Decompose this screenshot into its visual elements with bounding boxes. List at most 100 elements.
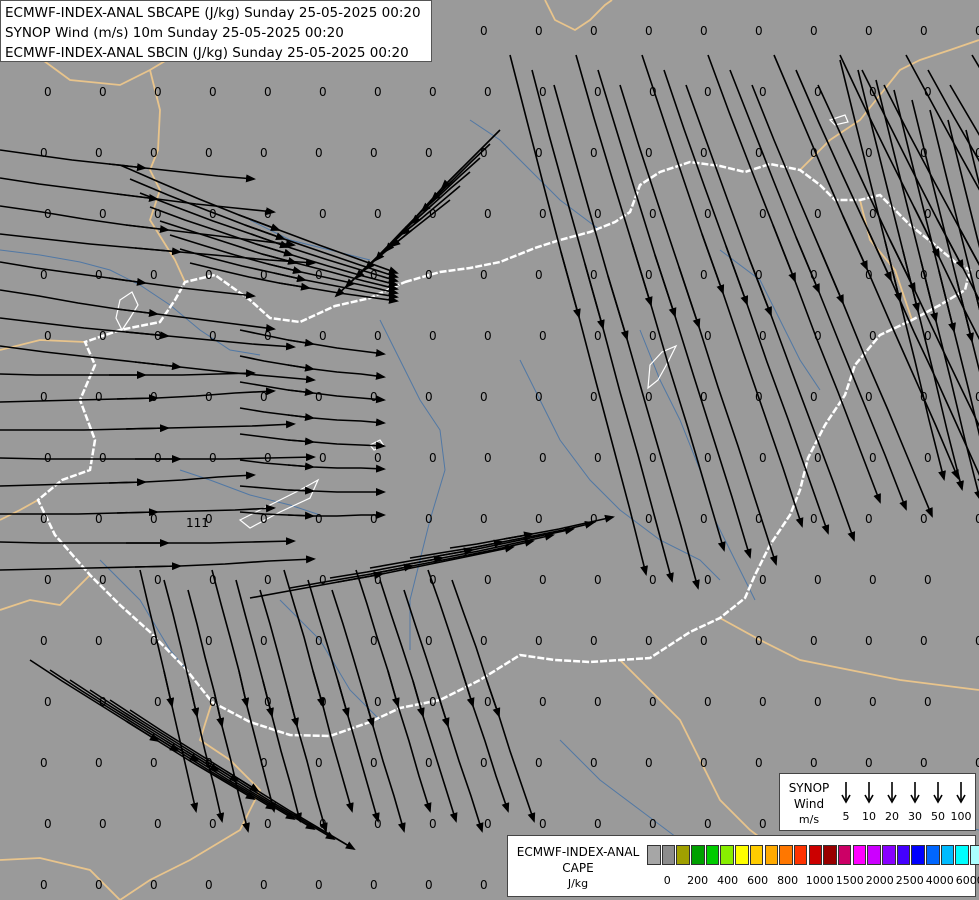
cape-value-label: 0 (425, 512, 433, 526)
cape-value-label: 0 (319, 817, 327, 831)
cape-color-swatch (867, 845, 881, 865)
cape-value-label: 0 (539, 329, 547, 343)
cape-value-label: 0 (814, 451, 822, 465)
wind-streamline-arrow (134, 562, 182, 571)
cape-color-swatch (823, 845, 837, 865)
cape-value-label: 0 (594, 329, 602, 343)
cape-value-label: 0 (594, 573, 602, 587)
cape-value-label: 0 (260, 756, 268, 770)
cape-value-label: 0 (154, 695, 162, 709)
cape-color-swatch (970, 845, 979, 865)
cape-value-label: 0 (209, 817, 217, 831)
cape-value-label: 0 (700, 634, 708, 648)
cape-value-label: 0 (374, 207, 382, 221)
cape-value-label: 0 (924, 85, 932, 99)
cape-color-swatch (705, 845, 720, 865)
wind-streamline-arrow (287, 511, 315, 520)
cape-value-label: 0 (40, 390, 48, 404)
cape-value-label: 0 (264, 573, 272, 587)
cape-value-label: 0 (264, 329, 272, 343)
cape-value-label: 0 (425, 268, 433, 282)
title-sbcape: ECMWF-INDEX-ANAL SBCAPE (J/kg) Sunday 25… (5, 5, 421, 21)
map-viewport[interactable]: 0 0 0 0 0 0 0 0 0 0 0 0 0 0 0 0 0 0 0 0 0 0 0 0 0 0 0 0 0 0 0 0 0 0 0 0 0 0 0 0… (0, 0, 979, 900)
wind-streamline-arrow (125, 424, 170, 433)
synop-legend-unit: m/s (798, 813, 820, 826)
cape-value-label: 0 (429, 695, 437, 709)
cape-value-label: 0 (484, 329, 492, 343)
cape-value-label: 0 (374, 85, 382, 99)
synop-speed-label: 100 (951, 810, 972, 823)
cape-value-label: 0 (975, 634, 979, 648)
cape-value-label: 0 (370, 878, 378, 892)
cape-value-label: 0 (539, 573, 547, 587)
cape-tick-label: 200 (687, 874, 709, 887)
cape-value-label: 0 (154, 573, 162, 587)
cape-value-label: 0 (260, 390, 268, 404)
cape-value-label: 0 (920, 634, 928, 648)
synop-speed-label: 5 (843, 810, 850, 823)
cape-value-label: 0 (755, 268, 763, 282)
cape-value-label: 0 (649, 573, 657, 587)
cape-value-label: 0 (480, 390, 488, 404)
cape-value-label: 0 (755, 634, 763, 648)
cape-value-label: 0 (814, 207, 822, 221)
cape-value-label: 0 (480, 24, 488, 38)
cape-value-label: 0 (539, 207, 547, 221)
cape-value-label: 0 (869, 207, 877, 221)
cape-value-label: 0 (535, 756, 543, 770)
cape-value-label: 0 (704, 817, 712, 831)
cape-value-label: 0 (370, 512, 378, 526)
title-synop-wind: SYNOP Wind (m/s) 10m Sunday 25-05-2025 0… (5, 25, 344, 41)
cape-value-label: 0 (649, 695, 657, 709)
cape-value-label: 0 (924, 207, 932, 221)
cape-value-label: 0 (590, 24, 598, 38)
cape-value-label: 0 (374, 451, 382, 465)
cape-value-label: 0 (865, 390, 873, 404)
cape-value-label: 0 (975, 390, 979, 404)
cape-value-label: 0 (920, 512, 928, 526)
cape-value-label: 0 (814, 329, 822, 343)
cape-value-label: 0 (209, 451, 217, 465)
cape-value-label: 0 (99, 817, 107, 831)
cape-value-label: 0 (425, 878, 433, 892)
cape-value-label: 0 (700, 268, 708, 282)
cape-value-label: 0 (260, 634, 268, 648)
cape-value-label: 0 (704, 85, 712, 99)
cape-value-label: 0 (370, 634, 378, 648)
cape-value-label: 0 (205, 634, 213, 648)
cape-value-label: 0 (429, 207, 437, 221)
cape-value-label: 0 (590, 390, 598, 404)
cape-value-label: 0 (260, 146, 268, 160)
cape-value-label: 0 (594, 695, 602, 709)
cape-value-label: 0 (150, 512, 158, 526)
cape-value-label: 0 (645, 268, 653, 282)
synop-wind-legend: SYNOP Wind m/s 5 10 20 30 50 100 (779, 773, 976, 831)
cape-color-swatch (808, 845, 823, 865)
cape-value-label: 0 (480, 268, 488, 282)
cape-value-label: 0 (264, 695, 272, 709)
cape-value-label: 0 (205, 268, 213, 282)
cape-value-label: 0 (759, 695, 767, 709)
cape-tick-label: 1500 (835, 874, 864, 887)
cape-value-label: 0 (700, 512, 708, 526)
cape-color-swatch (676, 845, 690, 865)
cape-value-label: 0 (370, 146, 378, 160)
cape-value-label: 0 (755, 390, 763, 404)
synop-speed-label: 20 (885, 810, 899, 823)
cape-value-label: 0 (319, 695, 327, 709)
cape-value-label: 0 (975, 512, 979, 526)
cape-value-label: 0 (594, 817, 602, 831)
cape-value-label: 0 (154, 329, 162, 343)
cape-color-swatch (940, 845, 955, 865)
cape-value-label: 0 (759, 451, 767, 465)
wind-streamline-arrow (287, 486, 315, 495)
cape-value-label: 0 (205, 146, 213, 160)
cape-value-label: 0 (810, 390, 818, 404)
cape-value-label: 0 (869, 329, 877, 343)
cape-value-label: 0 (480, 146, 488, 160)
cape-value-label: 0 (99, 329, 107, 343)
cape-value-label: 0 (535, 146, 543, 160)
cape-value-label: 0 (99, 695, 107, 709)
cape-value-label: 0 (209, 573, 217, 587)
cape-value-label: 0 (480, 878, 488, 892)
